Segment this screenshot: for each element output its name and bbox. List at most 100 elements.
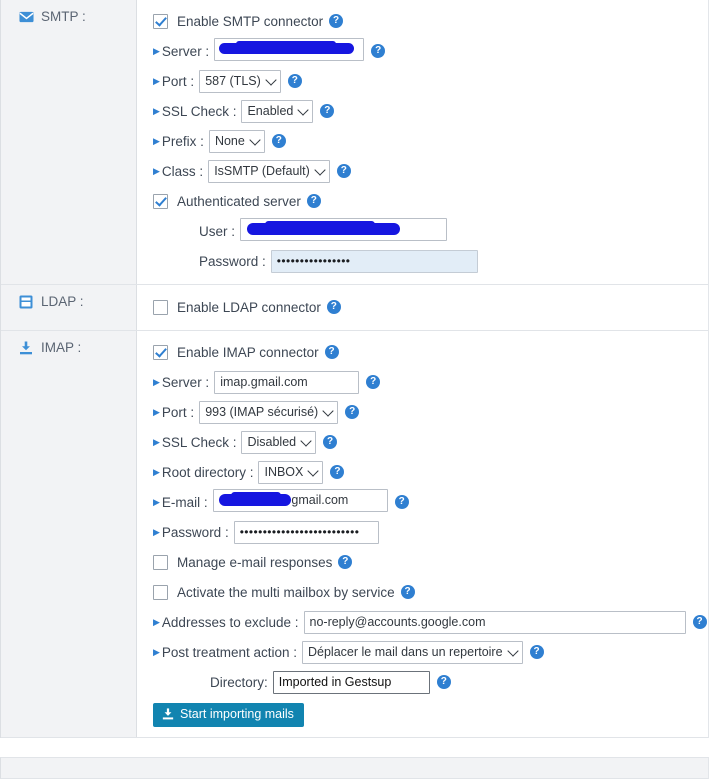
ldap-section-body: Enable LDAP connector ? — [137, 285, 708, 330]
ldap-enable-checkbox[interactable] — [153, 299, 168, 315]
imap-addresses-exclude-row: ▶ Addresses to exclude : no-reply@accoun… — [153, 609, 708, 635]
imap-port-label: Port : — [161, 404, 195, 420]
smtp-server-input[interactable] — [214, 38, 365, 61]
imap-password-input[interactable]: •••••••••••••••••••••••••• — [233, 520, 379, 544]
connectors-panel: SMTP : Enable SMTP connector ? ▶ Server … — [0, 0, 709, 738]
footer-gap — [0, 737, 709, 757]
help-icon[interactable]: ? — [400, 585, 415, 599]
imap-rootdir-value: INBOX — [264, 464, 304, 479]
imap-sslcheck-value: Disabled — [247, 434, 297, 449]
help-icon[interactable]: ? — [306, 194, 321, 208]
smtp-port-label: Port : — [161, 73, 195, 89]
ldap-enable-row: Enable LDAP connector ? — [153, 294, 708, 320]
imap-port-row: ▶ Port : 993 (IMAP sécurisé) ? — [153, 399, 708, 425]
smtp-class-value: IsSMTP (Default) — [214, 163, 310, 178]
help-icon[interactable]: ? — [271, 134, 286, 148]
help-icon[interactable]: ? — [329, 14, 344, 28]
smtp-user-row: User : — [153, 218, 708, 244]
imap-section-body: Enable IMAP connector ? ▶ Server : imap.… — [137, 331, 708, 737]
section-ldap: LDAP : Enable LDAP connector ? — [1, 285, 708, 331]
help-icon[interactable]: ? — [529, 645, 544, 659]
caret-icon: ▶ — [153, 496, 160, 507]
caret-icon: ▶ — [153, 646, 160, 657]
smtp-authenticated-checkbox[interactable] — [153, 193, 168, 209]
ldap-section-label: LDAP : — [1, 285, 137, 330]
imap-manage-responses-checkbox[interactable] — [153, 554, 168, 570]
imap-sslcheck-label: SSL Check : — [161, 434, 237, 450]
imap-port-select[interactable]: 993 (IMAP sécurisé) — [199, 400, 339, 424]
caret-icon: ▶ — [153, 406, 160, 417]
caret-icon: ▶ — [153, 165, 160, 176]
help-icon[interactable]: ? — [324, 345, 339, 359]
smtp-sslcheck-label: SSL Check : — [161, 103, 237, 119]
imap-directory-input[interactable]: Imported in Gestsup — [272, 670, 430, 694]
help-icon[interactable]: ? — [394, 495, 409, 509]
caret-icon: ▶ — [153, 616, 160, 627]
imap-enable-label: Enable IMAP connector — [177, 344, 319, 360]
smtp-authenticated-row: Authenticated server ? — [153, 188, 708, 214]
imap-server-label: Server : — [161, 374, 210, 390]
help-icon[interactable]: ? — [338, 555, 353, 569]
imap-manage-responses-label: Manage e-mail responses — [177, 554, 333, 570]
imap-post-treatment-row: ▶ Post treatment action : Déplacer le ma… — [153, 639, 708, 665]
help-icon[interactable]: ? — [320, 104, 335, 118]
download-icon — [19, 341, 34, 355]
smtp-port-select[interactable]: 587 (TLS) — [199, 69, 281, 93]
caret-icon: ▶ — [153, 466, 160, 477]
help-icon[interactable]: ? — [692, 615, 707, 629]
smtp-prefix-label: Prefix : — [161, 133, 204, 149]
smtp-class-select[interactable]: IsSMTP (Default) — [208, 159, 330, 183]
smtp-label-text: SMTP : — [41, 9, 86, 24]
help-icon[interactable]: ? — [345, 405, 360, 419]
imap-section-label: IMAP : — [1, 331, 137, 737]
imap-password-row: ▶ Password : •••••••••••••••••••••••••• — [153, 519, 708, 545]
chevron-down-icon — [322, 405, 334, 417]
smtp-sslcheck-select[interactable]: Enabled — [241, 99, 314, 123]
start-importing-mails-button[interactable]: Start importing mails — [153, 703, 304, 727]
smtp-prefix-row: ▶ Prefix : None ? — [153, 128, 708, 154]
settings-page: SMTP : Enable SMTP connector ? ▶ Server … — [0, 0, 709, 779]
smtp-enable-checkbox[interactable] — [153, 13, 168, 29]
imap-import-row: Start importing mails — [153, 699, 708, 727]
help-icon[interactable]: ? — [330, 465, 345, 479]
imap-addresses-exclude-input[interactable]: no-reply@accounts.google.com — [303, 610, 686, 634]
imap-email-label: E-mail : — [161, 494, 208, 510]
smtp-password-input[interactable]: •••••••••••••••• — [270, 249, 478, 273]
chevron-down-icon — [506, 645, 519, 657]
help-icon[interactable]: ? — [366, 375, 381, 389]
imap-server-input[interactable]: imap.gmail.com — [214, 370, 360, 394]
imap-rootdir-row: ▶ Root directory : INBOX ? — [153, 459, 708, 485]
imap-directory-row: Directory: Imported in Gestsup ? — [153, 669, 708, 695]
smtp-authenticated-label: Authenticated server — [177, 193, 301, 209]
help-icon[interactable]: ? — [436, 675, 451, 689]
smtp-section-body: Enable SMTP connector ? ▶ Server : ? ▶ P… — [137, 0, 708, 284]
smtp-prefix-select[interactable]: None — [208, 129, 265, 153]
help-icon[interactable]: ? — [371, 44, 386, 58]
help-icon[interactable]: ? — [323, 435, 338, 449]
imap-email-input[interactable]: @gmail.com — [212, 489, 388, 512]
help-icon[interactable]: ? — [336, 164, 351, 178]
help-icon[interactable]: ? — [326, 300, 341, 314]
section-smtp: SMTP : Enable SMTP connector ? ▶ Server … — [1, 0, 708, 285]
imap-post-treatment-select[interactable]: Déplacer le mail dans un repertoire — [302, 640, 523, 664]
smtp-enable-row: Enable SMTP connector ? — [153, 8, 708, 34]
smtp-sslcheck-value: Enabled — [247, 103, 294, 118]
imap-multi-mailbox-checkbox[interactable] — [153, 584, 168, 600]
start-importing-mails-label: Start importing mails — [180, 707, 294, 721]
imap-rootdir-select[interactable]: INBOX — [258, 460, 324, 484]
imap-label-text: IMAP : — [41, 340, 82, 355]
footer-bar — [0, 756, 709, 779]
imap-directory-label: Directory: — [210, 674, 268, 690]
chevron-down-icon — [314, 164, 326, 176]
imap-sslcheck-select[interactable]: Disabled — [241, 430, 317, 454]
download-icon — [162, 708, 174, 720]
imap-post-treatment-value: Déplacer le mail dans un repertoire — [308, 644, 503, 659]
help-icon[interactable]: ? — [287, 74, 302, 88]
smtp-user-input[interactable] — [240, 218, 448, 241]
caret-icon: ▶ — [153, 105, 160, 116]
smtp-port-row: ▶ Port : 587 (TLS) ? — [153, 68, 708, 94]
smtp-prefix-value: None — [214, 133, 245, 148]
imap-manage-responses-row: Manage e-mail responses ? — [153, 549, 708, 575]
caret-icon: ▶ — [153, 75, 160, 86]
imap-enable-checkbox[interactable] — [153, 344, 168, 360]
